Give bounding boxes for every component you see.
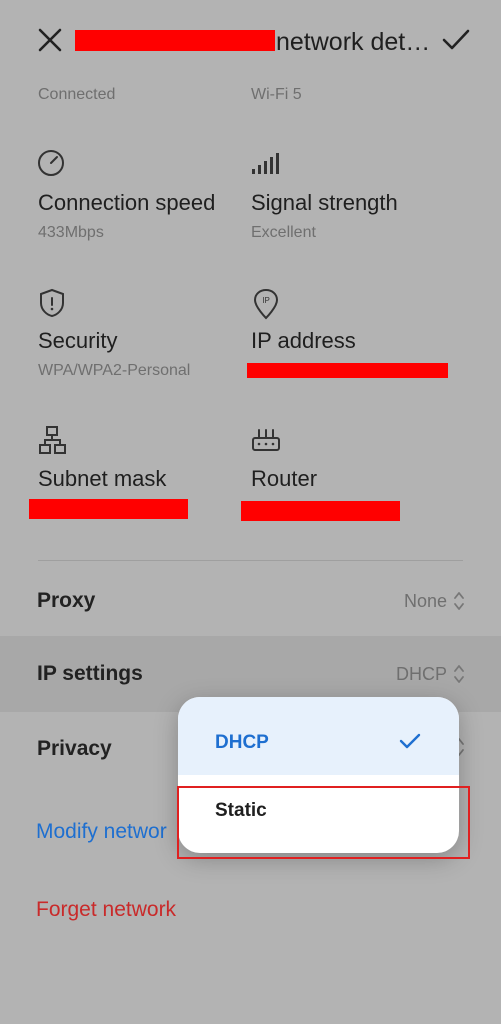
wifi-standard-value: Wi-Fi 5 — [251, 86, 302, 103]
connection-speed-label: Connection speed — [38, 190, 216, 215]
ip-settings-value-group: DHCP — [396, 663, 465, 685]
proxy-value: None — [403, 590, 447, 611]
top-bar: xxxxxxxxxxxxxxxxxxxxxxxnetwork det… netw… — [0, 0, 501, 80]
close-icon[interactable] — [30, 20, 70, 60]
signal-bars-icon — [250, 150, 282, 182]
signal-strength-label: Signal strength — [251, 190, 398, 215]
connection-speed-value: 433Mbps — [38, 224, 104, 241]
modify-network-button[interactable]: Modify networ — [36, 820, 167, 844]
divider — [38, 560, 463, 561]
up-down-chevron-icon — [454, 592, 464, 610]
signal-strength-value: Excellent — [251, 224, 316, 241]
status-value: Connected — [38, 86, 116, 103]
proxy-value-group: None — [404, 590, 465, 612]
subnet-mask-label: Subnet mask — [38, 466, 167, 491]
privacy-label: Privacy — [37, 737, 112, 760]
proxy-label: Proxy — [37, 589, 96, 612]
security-label: Security — [38, 328, 118, 353]
location-pin-ip-icon: IP — [252, 288, 284, 320]
ip-settings-label: IP settings — [37, 662, 143, 685]
page-title-visible: network det… — [276, 28, 431, 56]
check-icon[interactable] — [436, 20, 476, 60]
router-label: Router — [251, 466, 318, 491]
ip-address-label: IP address — [251, 328, 356, 353]
redacted-router — [241, 501, 400, 521]
dropdown-option-dhcp[interactable]: DHCP — [178, 697, 459, 775]
forget-network-button[interactable]: Forget network — [36, 898, 176, 922]
redacted-ip-address — [247, 363, 448, 378]
annotation-highlight-box — [177, 786, 470, 859]
network-tree-icon — [38, 425, 70, 457]
redacted-subnet-mask — [29, 499, 188, 519]
check-icon — [399, 733, 421, 749]
dropdown-option-label: DHCP — [215, 732, 269, 753]
router-icon — [251, 426, 283, 458]
svg-text:IP: IP — [262, 296, 270, 305]
security-value: WPA/WPA2-Personal — [38, 362, 191, 379]
proxy-row[interactable]: Proxy None — [0, 565, 501, 637]
redacted-network-name — [75, 30, 275, 51]
up-down-chevron-icon — [454, 665, 464, 683]
ip-settings-value: DHCP — [395, 663, 447, 684]
speedometer-icon — [36, 148, 68, 180]
shield-icon — [38, 288, 70, 320]
